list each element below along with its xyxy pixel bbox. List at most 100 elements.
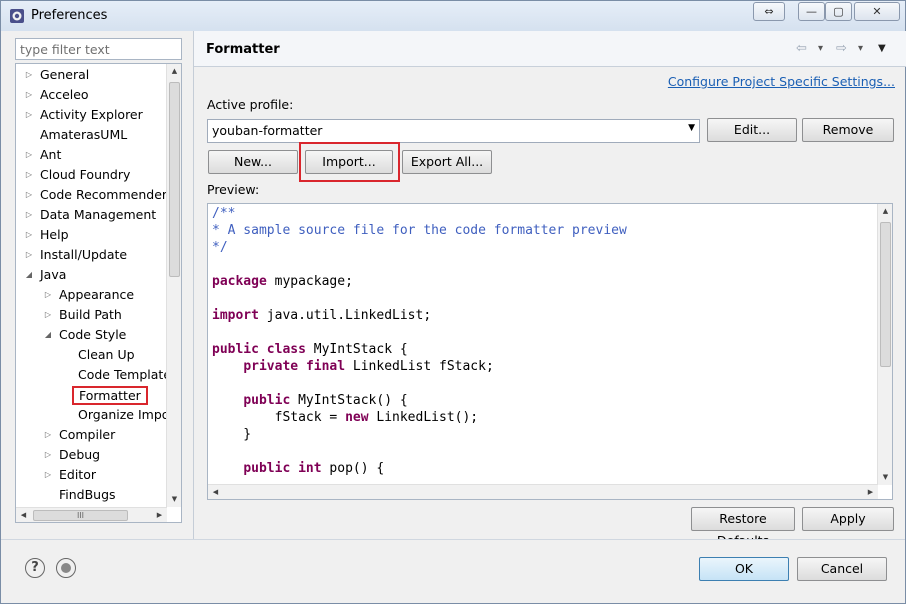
tree-item-label: Acceleo	[40, 87, 89, 102]
ok-button[interactable]: OK	[699, 557, 789, 581]
collapse-arrow-icon[interactable]: ◢	[24, 265, 34, 284]
tree-item[interactable]: ▷ Acceleo	[16, 85, 167, 104]
expand-arrow-icon[interactable]: ▷	[24, 245, 34, 264]
tree-item[interactable]: ◢ Java	[16, 265, 167, 284]
configure-project-settings-link[interactable]: Configure Project Specific Settings...	[668, 74, 895, 89]
maximize-button[interactable]: ▢	[825, 2, 852, 21]
tree-item[interactable]: AmaterasUML	[16, 125, 167, 144]
help-icon[interactable]: ?	[25, 558, 45, 578]
tree-item[interactable]: ▷ General	[16, 65, 167, 84]
expand-arrow-icon[interactable]: ▷	[24, 205, 34, 224]
tree-item-label: Build Path	[59, 307, 122, 322]
tree-item[interactable]: ▷ Code Recommenders	[16, 185, 167, 204]
code-line: * A sample source file for the code form…	[212, 222, 872, 239]
expand-arrow-icon[interactable]: ▷	[24, 225, 34, 244]
expand-arrow-icon[interactable]: ▷	[24, 185, 34, 204]
tree-item[interactable]: ▷ Editor	[16, 465, 167, 484]
double-arrow-icon: ⇔	[764, 5, 774, 18]
scroll-thumb[interactable]	[169, 82, 180, 277]
scroll-up-icon[interactable]: ▲	[167, 64, 181, 79]
expand-arrow-icon[interactable]: ▷	[24, 65, 34, 84]
tree-item[interactable]: ▷ Compiler	[16, 425, 167, 444]
tree-vertical-scrollbar[interactable]: ▲ ▼	[166, 64, 181, 507]
tree-item[interactable]: Clean Up	[16, 345, 167, 364]
tree-item[interactable]: ▷ Data Management	[16, 205, 167, 224]
expand-arrow-icon[interactable]: ▷	[24, 105, 34, 124]
back-history-dropdown-icon[interactable]: ▾	[818, 43, 823, 54]
import-highlight-box	[299, 142, 400, 182]
tree-item-label: Cloud Foundry	[40, 167, 131, 182]
scroll-thumb[interactable]	[880, 222, 891, 367]
record-icon[interactable]	[56, 558, 76, 578]
code-keyword: package	[212, 274, 267, 289]
expand-arrow-icon[interactable]: ▷	[24, 165, 34, 184]
edit-button[interactable]: Edit...	[707, 118, 797, 142]
code-line: /**	[212, 205, 872, 222]
view-menu-icon[interactable]: ▼	[878, 43, 886, 54]
expand-arrow-icon[interactable]: ▷	[43, 285, 53, 304]
preview-horizontal-scrollbar[interactable]: ◀ ▶	[208, 484, 878, 499]
tree-item[interactable]: ▷ Ant	[16, 145, 167, 164]
expand-arrow-icon[interactable]: ▷	[43, 425, 53, 444]
restore-defaults-button[interactable]: Restore Defaults	[691, 507, 795, 548]
collapse-arrow-icon[interactable]: ◢	[43, 325, 53, 344]
expand-arrow-icon[interactable]: ▷	[24, 85, 34, 104]
chevron-down-icon: ▼	[688, 123, 695, 133]
code-keyword: int	[298, 461, 322, 476]
scroll-left-icon[interactable]: ◀	[208, 485, 223, 499]
scroll-right-icon[interactable]: ▶	[863, 485, 878, 499]
tree-item[interactable]: Formatter	[16, 385, 167, 405]
tree-item-label: Java	[40, 267, 67, 282]
filter-input[interactable]	[15, 38, 182, 60]
tree-item[interactable]: ◢ Code Style	[16, 325, 167, 344]
tree-item[interactable]: FindBugs	[16, 485, 167, 504]
minimize-button[interactable]: —	[798, 2, 825, 21]
tree-item[interactable]: ▷ Appearance	[16, 285, 167, 304]
tree-item[interactable]: Organize Imports	[16, 405, 167, 424]
scroll-up-icon[interactable]: ▲	[878, 204, 892, 219]
tree-item[interactable]: ▷ Install/Update	[16, 245, 167, 264]
expand-arrow-icon[interactable]: ▷	[43, 465, 53, 484]
scroll-left-icon[interactable]: ◀	[16, 508, 31, 522]
close-button[interactable]: ✕	[854, 2, 900, 21]
scroll-down-icon[interactable]: ▼	[878, 470, 892, 485]
forward-arrow-icon[interactable]: ⇨	[836, 41, 847, 56]
apply-button[interactable]: Apply	[802, 507, 894, 531]
expand-arrow-icon[interactable]: ▷	[24, 145, 34, 164]
scroll-right-icon[interactable]: ▶	[152, 508, 167, 522]
code-line: import java.util.LinkedList;	[212, 307, 872, 324]
tree-item-label: Clean Up	[78, 347, 135, 362]
code-text: MyIntStack() {	[290, 393, 408, 408]
expand-arrow-icon[interactable]: ▷	[43, 305, 53, 324]
scroll-thumb-grip[interactable]: III	[33, 510, 128, 521]
forward-history-dropdown-icon[interactable]: ▾	[858, 43, 863, 54]
profile-select[interactable]: youban-formatter ▼	[207, 119, 700, 143]
back-arrow-icon[interactable]: ⇦	[796, 41, 807, 56]
tree-item-label: Ant	[40, 147, 62, 162]
tree-horizontal-scrollbar[interactable]: ◀ III ▶	[16, 507, 167, 522]
preview-vertical-scrollbar[interactable]: ▲ ▼	[877, 204, 892, 485]
cancel-button[interactable]: Cancel	[797, 557, 887, 581]
remove-button[interactable]: Remove	[802, 118, 894, 142]
export-all-button[interactable]: Export All...	[402, 150, 492, 174]
tree-item[interactable]: ▷ Cloud Foundry	[16, 165, 167, 184]
tree-item-label: Data Management	[40, 207, 157, 222]
code-text: pop() {	[321, 461, 385, 476]
expand-arrow-icon[interactable]: ▷	[43, 445, 53, 464]
tree-item[interactable]: ▷ Build Path	[16, 305, 167, 324]
tree-item[interactable]: Code Templates	[16, 365, 167, 384]
tree-item[interactable]: ▷ Activity Explorer	[16, 105, 167, 124]
scroll-down-icon[interactable]: ▼	[167, 492, 181, 507]
code-text: java.util.LinkedList;	[258, 308, 432, 323]
code-text: }	[212, 427, 252, 442]
restore-layout-button[interactable]: ⇔	[753, 2, 785, 21]
tree-item[interactable]: ▷ Debug	[16, 445, 167, 464]
tree-item-label: General	[40, 67, 90, 82]
tree-item-label: Activity Explorer	[40, 107, 143, 122]
new-button[interactable]: New...	[208, 150, 298, 174]
tree-item[interactable]: ▷ Help	[16, 225, 167, 244]
